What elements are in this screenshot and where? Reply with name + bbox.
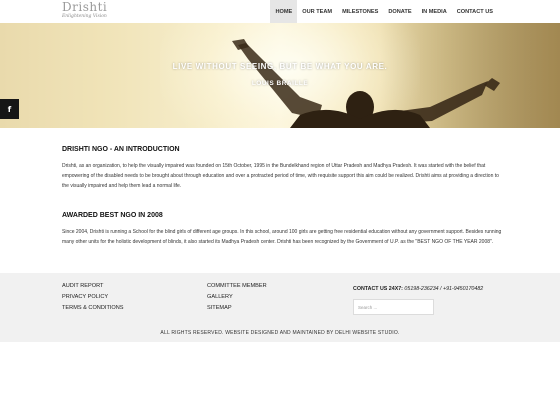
footer-link-audit-report[interactable]: AUDIT REPORT: [62, 283, 103, 289]
logo-text: Drishti: [62, 0, 108, 14]
main-nav: HOME OUR TEAM MILESTONES DONATE IN MEDIA…: [270, 0, 498, 23]
footer-search-input[interactable]: [353, 299, 434, 315]
contact-phone-numbers[interactable]: 05198-236234 / +91-9450170482: [404, 286, 483, 292]
intro-heading: DRISHTI NGO - AN INTRODUCTION: [62, 146, 180, 153]
nav-milestones[interactable]: MILESTONES: [337, 0, 383, 23]
hero-person-image: [0, 23, 560, 128]
hero-quote: LIVE WITHOUT SEEING, BUT BE WHAT YOU ARE…: [172, 62, 388, 71]
site-logo[interactable]: Drishti Enlightening Vision: [62, 0, 122, 22]
site-header: Drishti Enlightening Vision HOME OUR TEA…: [0, 0, 560, 23]
facebook-side-tab[interactable]: f: [0, 99, 19, 119]
footer-link-committee-member[interactable]: COMMITTEE MEMBER: [207, 283, 267, 289]
footer-contact: CONTACT US 24X7: 05198-236234 / +91-9450…: [353, 286, 483, 292]
nav-donate[interactable]: DONATE: [383, 0, 416, 23]
facebook-icon: f: [7, 104, 12, 114]
hero-quote-author: LOUIS BRAILLE: [251, 80, 309, 87]
nav-our-team[interactable]: OUR TEAM: [297, 0, 337, 23]
hero-banner: LIVE WITHOUT SEEING, BUT BE WHAT YOU ARE…: [0, 23, 560, 128]
award-paragraph: Since 2004, Drishti is running a School …: [62, 229, 502, 245]
logo-tagline: Enlightening Vision: [62, 14, 107, 19]
award-heading: AWARDED BEST NGO IN 2008: [62, 212, 163, 219]
footer-link-sitemap[interactable]: SITEMAP: [207, 305, 232, 311]
nav-contact-us[interactable]: CONTACT US: [452, 0, 498, 23]
nav-in-media[interactable]: IN MEDIA: [417, 0, 452, 23]
contact-label: CONTACT US 24X7:: [353, 286, 403, 292]
copyright-text: ALL RIGHTS RESERVED. WEBSITE DESIGNED AN…: [160, 330, 400, 336]
footer-link-privacy-policy[interactable]: PRIVACY POLICY: [62, 294, 108, 300]
footer-link-terms[interactable]: TERMS & CONDITIONS: [62, 305, 124, 311]
footer-link-gallery[interactable]: GALLERY: [207, 294, 233, 300]
nav-home[interactable]: HOME: [270, 0, 298, 23]
intro-paragraph: Drishti, as an organization, to help the…: [62, 163, 499, 189]
